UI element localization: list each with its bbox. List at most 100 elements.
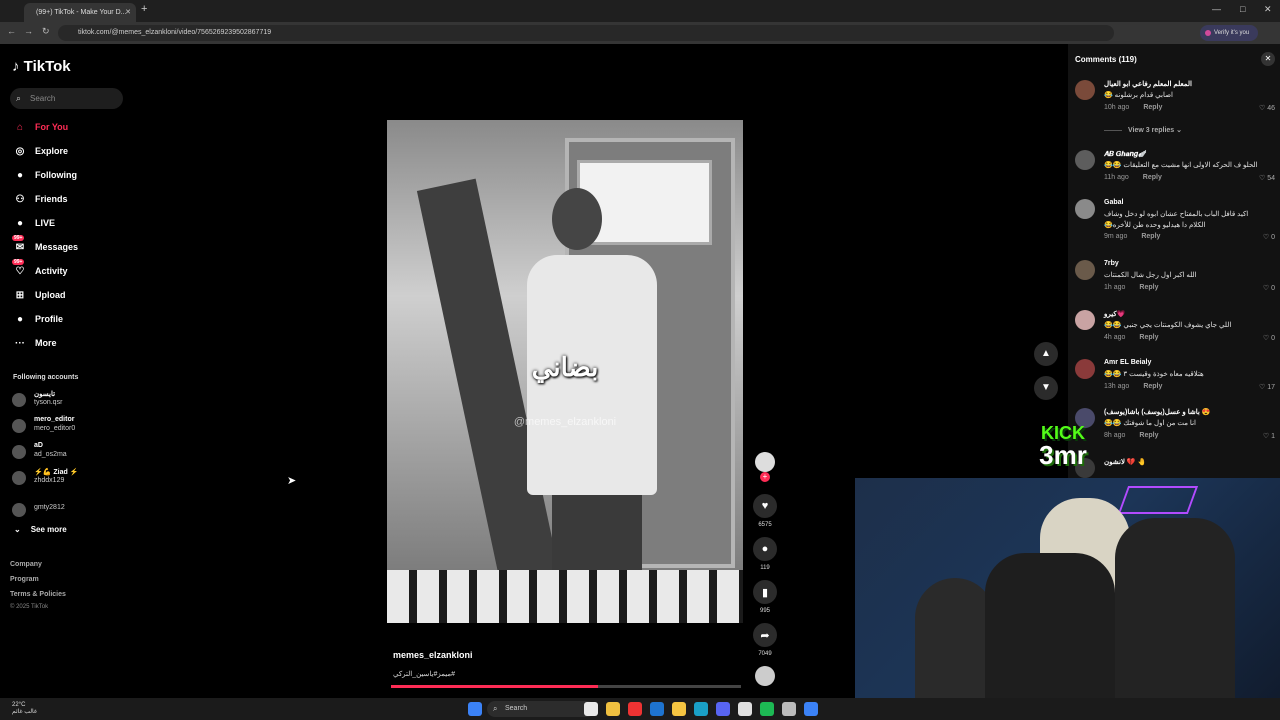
following-account[interactable]: aD ad_os2ma	[12, 442, 122, 466]
footer-terms[interactable]: Terms & Policies	[10, 591, 66, 598]
maximize-icon[interactable]: □	[1240, 4, 1245, 14]
nav-item-explore[interactable]: ◎ Explore	[12, 142, 122, 160]
avatar	[12, 393, 26, 407]
edge-icon[interactable]	[694, 702, 708, 716]
reply-button[interactable]: Reply	[1143, 383, 1162, 390]
comment-like[interactable]: ♡ 17	[1259, 383, 1275, 391]
view-replies-button[interactable]: View 3 replies ⌄	[1104, 126, 1182, 134]
comment-author[interactable]: Amr EL Beialy	[1104, 359, 1151, 366]
comment-author[interactable]: كيرو💗	[1104, 310, 1125, 318]
nav-item-messages[interactable]: ✉ 99+ Messages	[12, 235, 122, 256]
comment-like[interactable]: ♡ 0	[1263, 334, 1275, 342]
avatar[interactable]	[1075, 199, 1095, 219]
footer-program[interactable]: Program	[10, 576, 39, 583]
profile-avatar-icon: ●	[16, 313, 24, 325]
comment-like[interactable]: ♡ 0	[1263, 284, 1275, 292]
nav-item-activity[interactable]: ♡ 99+ Activity	[12, 259, 122, 280]
app-icon[interactable]	[804, 702, 818, 716]
comment-author[interactable]: لانشون 💔 🤚	[1104, 458, 1146, 466]
comment-author[interactable]: Gabal	[1104, 199, 1123, 206]
following-account[interactable]: gmty2812	[12, 500, 122, 524]
forward-icon[interactable]: →	[24, 26, 33, 36]
footer-company[interactable]: Company	[10, 561, 42, 568]
avatar[interactable]	[1075, 260, 1095, 280]
nav-item-following[interactable]: ● Following	[12, 166, 122, 184]
avatar[interactable]	[1075, 310, 1095, 330]
see-more-button[interactable]: ⌄ See more	[14, 525, 67, 534]
video-progress-bar[interactable]	[391, 685, 741, 688]
taskbar-search[interactable]: ⌕ Search	[487, 701, 595, 717]
tiktok-logo[interactable]: ♪ TikTok	[12, 58, 71, 75]
search-input[interactable]: ⌕ Search	[10, 88, 123, 109]
comment-author[interactable]: باشا و عسل(يوسف) باشا(يوسف) 😍	[1104, 408, 1210, 416]
like-button[interactable]: ♥ 6575	[752, 494, 778, 528]
follow-plus-icon[interactable]: +	[760, 472, 770, 482]
new-tab-button[interactable]: +	[141, 3, 147, 15]
browser-tab[interactable]: (99+) TikTok - Make Your D... ✕	[24, 3, 136, 22]
url-input[interactable]: tiktok.com/@memes_elzankloni/video/75652…	[58, 25, 1114, 41]
reply-button[interactable]: Reply	[1143, 174, 1162, 181]
nav-item-upload[interactable]: ⊞ Upload	[12, 286, 122, 304]
tab-close-icon[interactable]: ✕	[125, 3, 131, 22]
settings-icon[interactable]	[782, 702, 796, 716]
video-author[interactable]: memes_elzankloni	[393, 650, 473, 660]
comment-like[interactable]: ♡ 54	[1259, 174, 1275, 182]
file-explorer-icon[interactable]	[606, 702, 620, 716]
comment-text: اكيد قافل الباب بالمفتاح عشان ابوه لو دخ…	[1104, 211, 1249, 229]
reply-button[interactable]: Reply	[1139, 334, 1158, 341]
outlook-icon[interactable]	[650, 702, 664, 716]
comment-like[interactable]: ♡ 0	[1263, 233, 1275, 241]
task-view-icon[interactable]	[584, 702, 598, 716]
following-account[interactable]: mero_editor mero_editor0	[12, 416, 122, 440]
avatar	[12, 503, 26, 517]
video-hashtags[interactable]: ميمز#ياسين_التركي#	[393, 670, 455, 678]
reply-button[interactable]: Reply	[1143, 104, 1162, 111]
nav-item-friends[interactable]: ⚇ Friends	[12, 190, 122, 208]
avatar[interactable]	[1075, 80, 1095, 100]
creator-avatar[interactable]	[755, 452, 775, 472]
close-comments-icon[interactable]: ✕	[1261, 52, 1275, 66]
chrome-icon[interactable]	[738, 702, 752, 716]
save-button[interactable]: ▮ 995	[752, 580, 778, 614]
youtube-icon[interactable]	[628, 702, 642, 716]
reply-button[interactable]: Reply	[1139, 432, 1158, 439]
windows-start-icon[interactable]	[468, 702, 482, 716]
comment-meta: 8h ago Reply	[1104, 432, 1158, 439]
comment-like[interactable]: ♡ 1	[1263, 432, 1275, 440]
avatar[interactable]	[1075, 359, 1095, 379]
following-account[interactable]: تايسون tyson.qsr	[12, 390, 122, 414]
search-placeholder: Search	[30, 94, 56, 103]
nav-item-more[interactable]: ··· More	[12, 334, 122, 352]
comment-author[interactable]: 𝑨𝑩 𝑮𝒉𝒂𝒏𝒈🪽	[1104, 150, 1147, 159]
weather-widget[interactable]: 22°C غالب غائم	[12, 702, 37, 716]
music-disc-icon[interactable]	[755, 666, 775, 686]
previous-video-icon[interactable]: ▲	[1034, 342, 1058, 366]
discord-icon[interactable]	[716, 702, 730, 716]
share-button[interactable]: ➦ 7049	[752, 623, 778, 657]
tab-title: (99+) TikTok - Make Your D...	[36, 9, 127, 16]
minimize-icon[interactable]: —	[1212, 4, 1221, 14]
video-player[interactable]: بضاني @memes_elzankloni	[387, 120, 743, 623]
following-account[interactable]: ⚡💪 Ziad ⚡ zhddx129	[12, 468, 122, 492]
comment-author[interactable]: 7rby	[1104, 260, 1119, 267]
reload-icon[interactable]: ↻	[42, 26, 50, 37]
comment-like[interactable]: ♡ 46	[1259, 104, 1275, 112]
reply-button[interactable]: Reply	[1139, 284, 1158, 291]
folder-icon[interactable]	[672, 702, 686, 716]
nav-item-live[interactable]: ● LIVE	[12, 214, 122, 232]
heart-outline-icon: ♡	[1258, 384, 1266, 391]
notification-badge: 99+	[12, 235, 25, 241]
back-icon[interactable]: ←	[7, 26, 16, 36]
spotify-icon[interactable]	[760, 702, 774, 716]
verify-button[interactable]: Verify it's you	[1200, 25, 1258, 41]
nav-item-for-you[interactable]: ⌂ For You	[12, 118, 122, 136]
next-video-icon[interactable]: ▼	[1034, 376, 1058, 400]
comment-meta: 10h ago Reply	[1104, 104, 1162, 111]
avatar[interactable]	[1075, 150, 1095, 170]
comment-author[interactable]: المعلم المعلم رفاعي ابو العيال	[1104, 80, 1192, 88]
comment-like-count: 0	[1271, 335, 1275, 342]
nav-item-profile[interactable]: ● Profile	[12, 310, 122, 328]
comment-button[interactable]: ● 119	[752, 537, 778, 571]
reply-button[interactable]: Reply	[1141, 233, 1160, 240]
close-window-icon[interactable]: ✕	[1264, 4, 1272, 15]
